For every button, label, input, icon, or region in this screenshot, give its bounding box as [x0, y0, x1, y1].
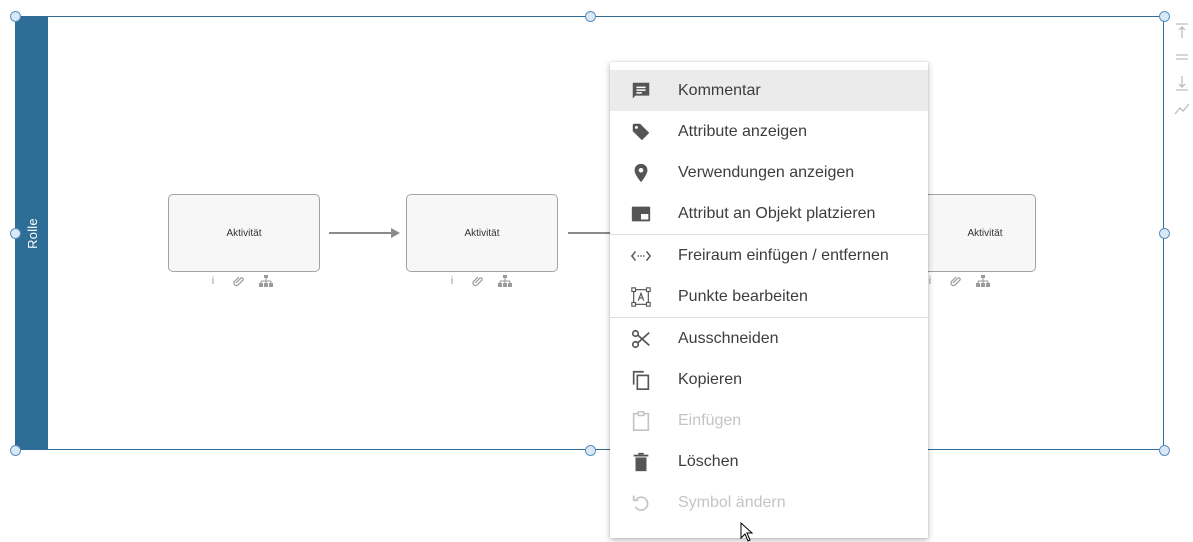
- scissors-icon: [630, 328, 652, 350]
- menu-item-einfuegen[interactable]: Einfügen: [610, 400, 928, 441]
- edit-points-icon: [630, 286, 652, 308]
- menu-item-ausschneiden[interactable]: Ausschneiden: [610, 318, 928, 359]
- menu-item-kommentar[interactable]: Kommentar: [610, 70, 928, 111]
- resize-handle-top-right[interactable]: [1159, 11, 1170, 22]
- menu-item-attribut-platzieren[interactable]: Attribut an Objekt platzieren: [610, 193, 928, 234]
- context-menu: Kommentar Attribute anzeigen Verwendunge…: [610, 62, 928, 538]
- activity-label: Aktivität: [226, 227, 262, 239]
- activity-label: Aktivität: [967, 227, 1003, 239]
- location-pin-icon: [630, 162, 652, 184]
- line-chart-icon[interactable]: [1172, 96, 1192, 122]
- activity-icon-bar: i: [446, 275, 512, 287]
- menu-item-label: Symbol ändern: [678, 493, 786, 511]
- alignment-toolstrip: [1172, 18, 1192, 122]
- free-space-icon: [630, 245, 652, 267]
- place-attribute-icon: [630, 203, 652, 225]
- copy-icon: [630, 369, 652, 391]
- activity-box[interactable]: Aktivität: [406, 194, 558, 272]
- resize-handle-middle-left[interactable]: [10, 228, 21, 239]
- activity-icon-bar: i: [207, 275, 273, 287]
- clipboard-icon: [630, 410, 652, 432]
- mouse-cursor-icon: [740, 522, 754, 542]
- menu-item-label: Punkte bearbeiten: [678, 287, 808, 305]
- resize-handle-bottom-left[interactable]: [10, 445, 21, 456]
- tag-icon: [630, 121, 652, 143]
- menu-item-label: Verwendungen anzeigen: [678, 163, 855, 181]
- activity-icon-bar: i: [924, 275, 990, 287]
- hierarchy-icon[interactable]: [259, 275, 273, 287]
- align-middle-icon[interactable]: [1172, 44, 1192, 70]
- menu-item-verwendungen-anzeigen[interactable]: Verwendungen anzeigen: [610, 152, 928, 193]
- menu-item-attribute-anzeigen[interactable]: Attribute anzeigen: [610, 111, 928, 152]
- menu-item-label: Ausschneiden: [678, 329, 779, 347]
- menu-item-label: Einfügen: [678, 411, 742, 429]
- menu-item-kopieren[interactable]: Kopieren: [610, 359, 928, 400]
- menu-item-label: Freiraum einfügen / entfernen: [678, 246, 889, 264]
- attachment-icon[interactable]: [233, 275, 245, 287]
- activity-label: Aktivität: [464, 227, 500, 239]
- menu-item-punkte-bearbeiten[interactable]: Punkte bearbeiten: [610, 276, 928, 317]
- hierarchy-icon[interactable]: [498, 275, 512, 287]
- diagram-canvas[interactable]: Rolle Aktivität i Aktivität i Aktivität …: [0, 0, 1193, 542]
- trash-icon: [630, 451, 652, 473]
- info-icon[interactable]: i: [207, 275, 219, 287]
- attachment-icon[interactable]: [472, 275, 484, 287]
- menu-item-loeschen[interactable]: Löschen: [610, 441, 928, 482]
- resize-handle-middle-right[interactable]: [1159, 228, 1170, 239]
- resize-handle-bottom-center[interactable]: [585, 445, 596, 456]
- hierarchy-icon[interactable]: [976, 275, 990, 287]
- menu-item-freiraum[interactable]: Freiraum einfügen / entfernen: [610, 235, 928, 276]
- menu-item-label: Attribut an Objekt platzieren: [678, 204, 876, 222]
- resize-handle-bottom-right[interactable]: [1159, 445, 1170, 456]
- resize-handle-top-left[interactable]: [10, 11, 21, 22]
- connector-line[interactable]: [329, 232, 391, 234]
- menu-item-label: Attribute anzeigen: [678, 122, 807, 140]
- menu-item-symbol-aendern[interactable]: Symbol ändern: [610, 482, 928, 523]
- attachment-icon[interactable]: [950, 275, 962, 287]
- connector-arrowhead: [391, 228, 400, 238]
- info-icon[interactable]: i: [446, 275, 458, 287]
- activity-box[interactable]: Aktivität: [168, 194, 320, 272]
- menu-item-label: Löschen: [678, 452, 739, 470]
- menu-item-label: Kommentar: [678, 81, 761, 99]
- menu-item-label: Kopieren: [678, 370, 743, 388]
- resize-handle-top-center[interactable]: [585, 11, 596, 22]
- lane-label: Rolle: [24, 217, 40, 249]
- align-bottom-icon[interactable]: [1172, 70, 1192, 96]
- align-top-icon[interactable]: [1172, 18, 1192, 44]
- undo-icon: [630, 492, 652, 514]
- comment-icon: [630, 80, 652, 102]
